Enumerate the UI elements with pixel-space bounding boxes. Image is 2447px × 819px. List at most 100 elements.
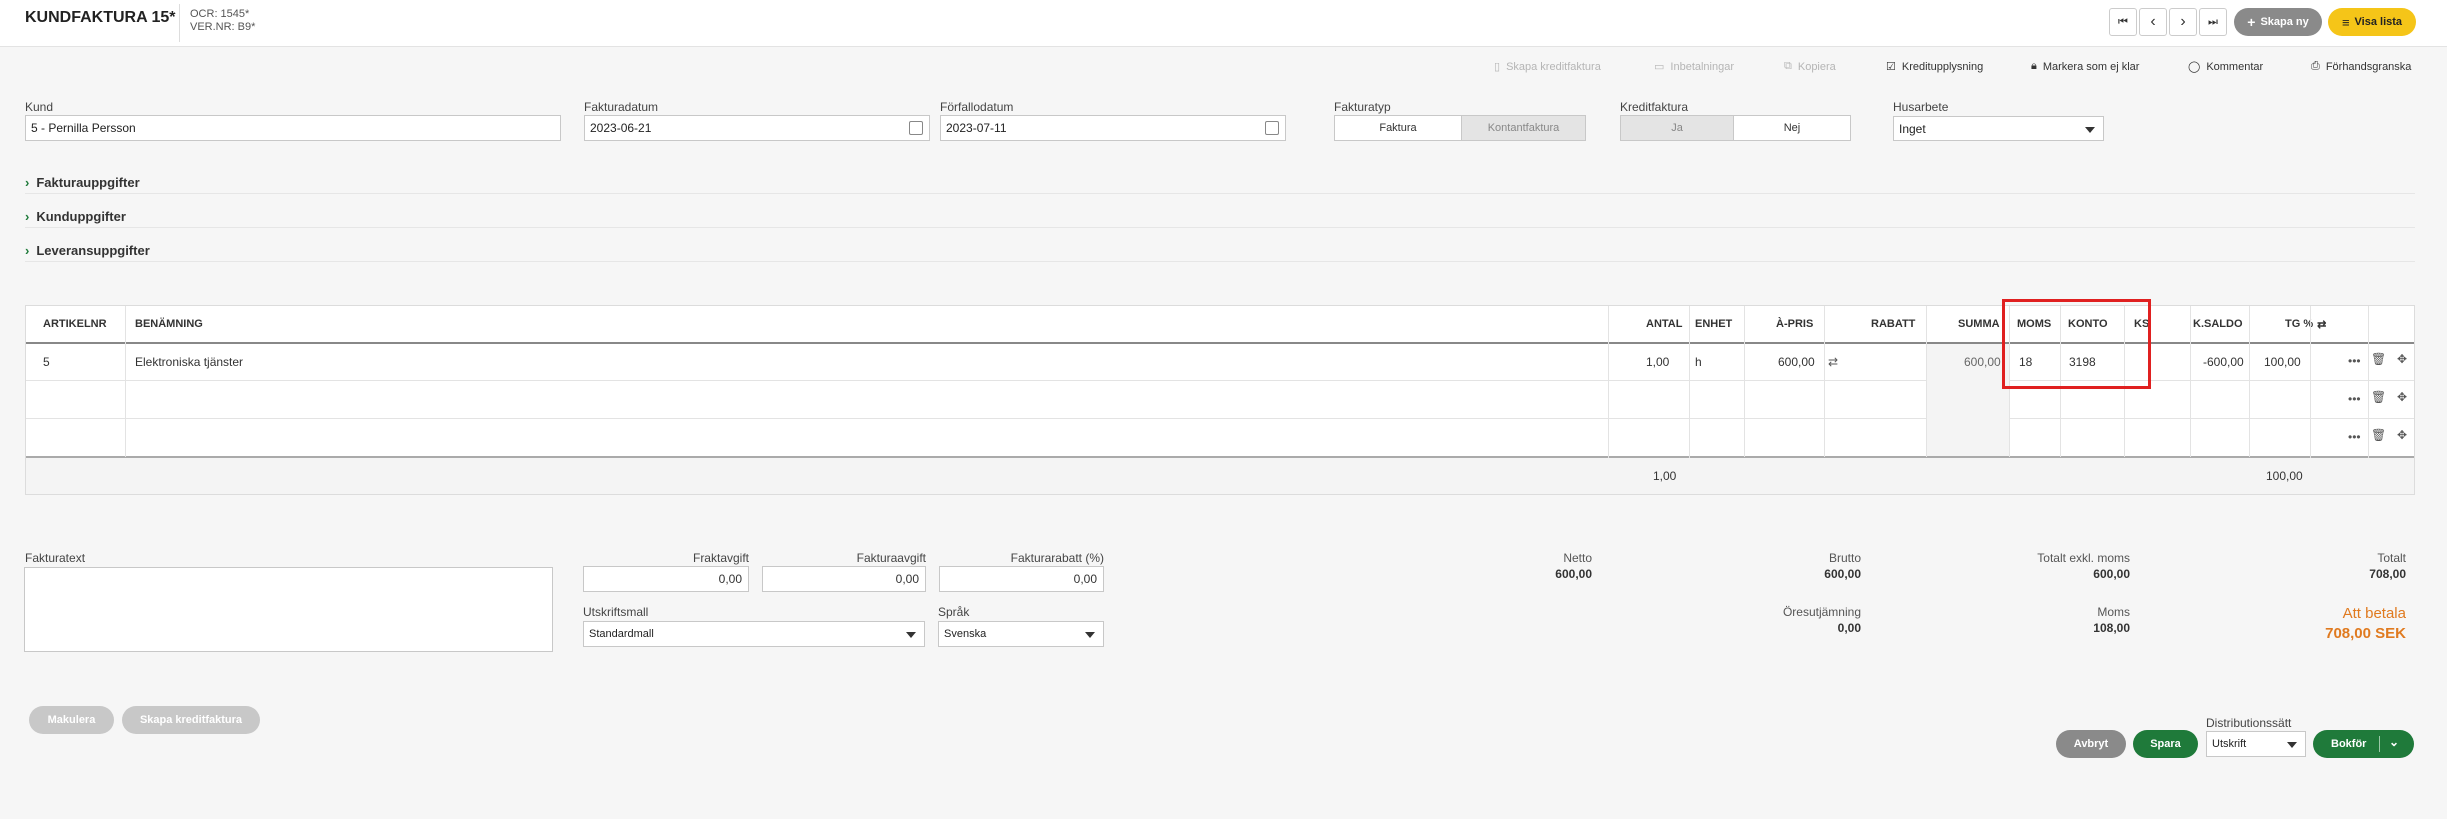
chevron-down-icon[interactable]: ⌄ — [2389, 735, 2399, 749]
col-ksaldo[interactable]: K.SALDO — [2193, 306, 2243, 342]
divider — [25, 193, 2415, 194]
book-button[interactable]: Bokför ⌄ — [2313, 730, 2414, 758]
cell-apris[interactable]: 600,00 — [1778, 343, 1815, 381]
plus-icon: + — [2247, 14, 2256, 30]
chevron-right-icon: › — [25, 175, 30, 190]
print-template-select[interactable]: Standardmall — [583, 621, 925, 647]
col-apris[interactable]: À-PRIS — [1776, 306, 1813, 342]
page-header: KUNDFAKTURA 15* OCR: 1545* VER.NR: B9* ⏮… — [0, 0, 2447, 47]
more-icon[interactable]: ••• — [2348, 430, 2361, 444]
money-icon: ▭ — [1654, 61, 1665, 73]
brutto-label: Brutto — [1828, 551, 1861, 565]
swap-icon[interactable]: ⇄ — [1828, 343, 1838, 381]
discount-input[interactable]: 0,00 — [939, 566, 1104, 592]
invoice-type-faktura[interactable]: Faktura — [1334, 115, 1462, 141]
col-tg[interactable]: TG % ⇄ — [2285, 306, 2326, 342]
copy-link[interactable]: ⧉ Kopiera — [1784, 60, 1836, 73]
abort-button[interactable]: Avbryt — [2056, 730, 2126, 758]
section-label: Fakturauppgifter — [36, 175, 140, 190]
more-icon[interactable]: ••• — [2348, 354, 2361, 368]
table-footer — [26, 458, 2414, 494]
netto-label: Netto — [1563, 551, 1592, 565]
section-kunduppgifter[interactable]: › Kunduppgifter — [25, 209, 126, 224]
to-pay-value: 708,00 SEK — [2325, 625, 2406, 642]
cell-artikelnr[interactable]: 5 — [43, 343, 50, 381]
col-benamning[interactable]: BENÄMNING — [135, 306, 203, 342]
credit-invoice-label: Kreditfaktura — [1620, 100, 1689, 114]
create-credit-invoice-link[interactable]: ▯ Skapa kreditfaktura — [1494, 60, 1601, 74]
credit-check-label: Kreditupplysning — [1901, 60, 1984, 73]
trash-icon[interactable]: 🗑︎ — [2371, 428, 2386, 442]
comment-icon: ◯ — [2188, 61, 2201, 73]
save-button[interactable]: Spara — [2133, 730, 2198, 758]
show-list-label: Visa lista — [2354, 16, 2403, 28]
first-icon: ⏮ — [2118, 15, 2128, 28]
credit-invoice-yes[interactable]: Ja — [1620, 115, 1734, 141]
customer-field[interactable]: 5 - Pernilla Persson — [25, 115, 561, 141]
due-date-value: 2023-07-11 — [946, 121, 1007, 135]
invoice-fee-input[interactable]: 0,00 — [762, 566, 926, 592]
invoice-date-field[interactable]: 2023-06-21 — [584, 115, 930, 141]
more-icon[interactable]: ••• — [2348, 392, 2361, 406]
highlight-box — [2002, 299, 2151, 389]
cell-benamning[interactable]: Elektroniska tjänster — [135, 343, 243, 381]
mark-not-ready-link[interactable]: 🔒︎ Markera som ej klar — [2031, 60, 2139, 73]
credit-invoice-no[interactable]: Nej — [1733, 115, 1851, 141]
move-icon[interactable]: ✥ — [2397, 428, 2407, 442]
trash-icon[interactable]: 🗑︎ — [2371, 390, 2386, 404]
mark-not-ready-label: Markera som ej klar — [2042, 60, 2140, 73]
col-divider — [1824, 306, 1825, 457]
cell-tg: 100,00 — [2264, 355, 2301, 369]
brutto-value: 600,00 — [1824, 567, 1861, 581]
previous-record-button[interactable]: ‹ — [2139, 8, 2167, 36]
show-list-button[interactable]: ≡ Visa lista — [2328, 8, 2416, 36]
last-icon: ⏭ — [2208, 15, 2218, 28]
divider — [25, 261, 2415, 262]
ver-number: VER.NR: B9* — [190, 21, 256, 33]
cell-enhet[interactable]: h — [1695, 343, 1702, 381]
cell-antal[interactable]: 1,00 — [1646, 343, 1669, 381]
freight-input[interactable]: 0,00 — [583, 566, 749, 592]
total-label: Totalt — [2377, 551, 2406, 565]
language-value: Svenska — [944, 628, 987, 640]
create-new-button[interactable]: + Skapa ny — [2234, 8, 2322, 36]
col-antal[interactable]: ANTAL — [1646, 306, 1682, 342]
invoice-text-area[interactable] — [24, 567, 553, 652]
preview-link[interactable]: ⎙ Förhandsgranska — [2311, 60, 2411, 73]
footer-antal-total: 1,00 — [1653, 469, 1677, 483]
invoice-date-label: Fakturadatum — [584, 100, 659, 114]
calendar-icon[interactable] — [1265, 121, 1279, 135]
house-work-select[interactable]: Inget — [1893, 116, 2104, 141]
calendar-icon[interactable] — [909, 121, 923, 135]
invoice-type-kontantfaktura[interactable]: Kontantfaktura — [1461, 115, 1586, 141]
cancel-invoice-button[interactable]: Makulera — [29, 706, 114, 734]
distribution-select[interactable]: Utskrift — [2206, 731, 2306, 757]
trash-icon[interactable]: 🗑︎ — [2371, 352, 2386, 366]
first-record-button[interactable]: ⏮ — [2109, 8, 2137, 36]
col-rabatt[interactable]: RABATT — [1871, 306, 1915, 342]
language-select[interactable]: Svenska — [938, 621, 1104, 647]
due-date-field[interactable]: 2023-07-11 — [940, 115, 1286, 141]
section-fakturauppgifter[interactable]: › Fakturauppgifter — [25, 175, 140, 190]
move-icon[interactable]: ✥ — [2397, 352, 2407, 366]
move-icon[interactable]: ✥ — [2397, 390, 2407, 404]
comment-label: Kommentar — [2206, 60, 2264, 73]
payments-link[interactable]: ▭ Inbetalningar — [1654, 60, 1734, 74]
col-enhet[interactable]: ENHET — [1695, 306, 1732, 342]
col-divider — [1744, 306, 1745, 457]
excl-vat-label: Totalt exkl. moms — [2037, 551, 2130, 565]
next-record-button[interactable]: › — [2169, 8, 2197, 36]
last-record-button[interactable]: ⏭ — [2199, 8, 2227, 36]
section-leveransuppgifter[interactable]: › Leveransuppgifter — [25, 243, 150, 258]
book-label: Bokför — [2331, 738, 2367, 750]
col-summa[interactable]: SUMMA — [1958, 306, 2000, 342]
credit-check-link[interactable]: ☑ Kreditupplysning — [1886, 60, 1984, 74]
distribution-value: Utskrift — [2212, 738, 2247, 750]
row-divider — [26, 418, 2414, 419]
invoice-text-label: Fakturatext — [25, 551, 86, 565]
vat-value: 108,00 — [2093, 621, 2130, 635]
printer-icon: ⎙ — [2311, 60, 2320, 72]
col-artikelnr[interactable]: ARTIKELNR — [43, 306, 107, 342]
comment-link[interactable]: ◯ Kommentar — [2188, 60, 2264, 74]
create-credit-invoice-button[interactable]: Skapa kreditfaktura — [122, 706, 260, 734]
